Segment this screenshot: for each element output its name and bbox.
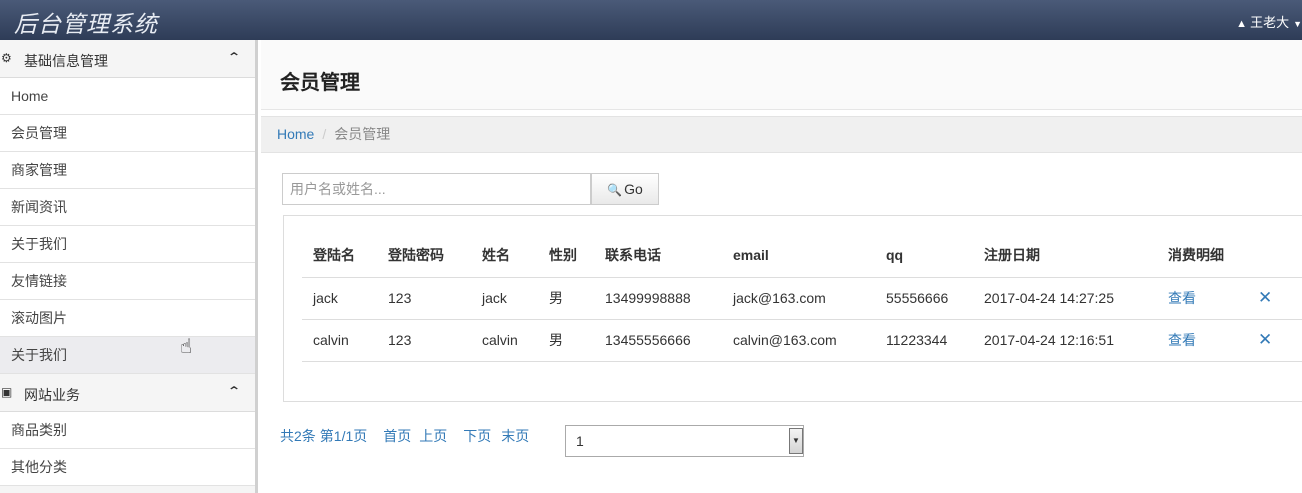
page-select-value: 1	[576, 433, 584, 449]
sidebar-section-basic[interactable]: ⚙ 基础信息管理 ⌃	[0, 40, 255, 78]
go-button[interactable]: 🔍 Go	[591, 173, 659, 205]
table-row: calvin 123 calvin 男 13455556666 calvin@1…	[302, 319, 1302, 362]
col-header-phone: 联系电话	[594, 233, 722, 278]
briefcase-icon: ▣	[1, 385, 13, 399]
pagination: 共2条 第1/1页 首页 上页 下页 末页	[280, 426, 537, 446]
sidebar-item-slides[interactable]: 滚动图片	[0, 300, 255, 337]
sidebar-item-links[interactable]: 友情链接	[0, 263, 255, 300]
cell-date: 2017-04-24 12:16:51	[973, 319, 1157, 362]
cell-detail: 查看	[1157, 277, 1247, 320]
pager-last[interactable]: 末页	[501, 428, 529, 444]
col-header-password: 登陆密码	[377, 233, 471, 278]
search-form: 🔍Go	[282, 173, 659, 205]
delete-icon[interactable]: ✕	[1258, 288, 1272, 307]
section-title: 基础信息管理	[24, 53, 108, 69]
cell-name: jack	[471, 277, 538, 320]
sidebar-item-merchants[interactable]: 商家管理	[0, 152, 255, 189]
sidebar-item-home[interactable]: Home	[0, 78, 255, 115]
col-header-name: 姓名	[471, 233, 538, 278]
pager-prev[interactable]: 上页	[419, 428, 447, 444]
app-brand[interactable]: 后台管理系统	[14, 5, 158, 39]
table-header-row: 登陆名 登陆密码 姓名 性别 联系电话 email qq 注册日期 消费明细	[302, 233, 1302, 278]
sidebar-item-about[interactable]: 关于我们	[0, 226, 255, 263]
cell-gender: 男	[538, 319, 594, 362]
chevron-up-icon[interactable]: ⌃	[227, 384, 241, 398]
main-content: 会员管理 Home / 会员管理 🔍Go 登陆名 登陆密码 姓名 性别 联系电话 e…	[261, 40, 1302, 493]
cell-action: ✕	[1247, 319, 1302, 362]
breadcrumb-current: 会员管理	[334, 126, 391, 142]
cell-password: 123	[377, 319, 471, 362]
cell-email: calvin@163.com	[722, 319, 875, 362]
breadcrumb-separator: /	[322, 126, 327, 142]
members-table: 登陆名 登陆密码 姓名 性别 联系电话 email qq 注册日期 消费明细 j…	[302, 233, 1302, 362]
pager-page-info: 第1/1页	[319, 428, 368, 444]
caret-down-icon: ▼	[1293, 19, 1302, 29]
page-select[interactable]: 1 ▼	[565, 425, 804, 457]
sidebar-item-about-2[interactable]: 关于我们	[0, 337, 255, 374]
section-title: 网站业务	[24, 387, 80, 403]
cell-phone: 13455556666	[594, 319, 722, 362]
col-header-gender: 性别	[538, 233, 594, 278]
sidebar-item-members[interactable]: 会员管理	[0, 115, 255, 152]
search-icon: 🔍	[607, 183, 623, 197]
user-name: 王老大	[1250, 15, 1290, 30]
table-panel: 登陆名 登陆密码 姓名 性别 联系电话 email qq 注册日期 消费明细 j…	[283, 215, 1302, 402]
sidebar-item-categories[interactable]: 商品类别	[0, 412, 255, 449]
col-header-login: 登陆名	[302, 233, 377, 278]
sidebar-item-news[interactable]: 新闻资讯	[0, 189, 255, 226]
cell-email: jack@163.com	[722, 277, 875, 320]
breadcrumb-home[interactable]: Home	[277, 126, 314, 142]
breadcrumb: Home / 会员管理	[261, 116, 1302, 153]
pager-total: 共2条	[280, 428, 316, 444]
chevron-up-icon[interactable]: ⌃	[227, 50, 241, 64]
view-detail-link[interactable]: 查看	[1168, 332, 1196, 348]
cell-name: calvin	[471, 319, 538, 362]
top-navbar: 后台管理系统 ▲ 王老大 ▼	[0, 0, 1302, 40]
col-header-detail: 消费明细	[1157, 233, 1247, 278]
cell-detail: 查看	[1157, 319, 1247, 362]
pager-first[interactable]: 首页	[383, 428, 411, 444]
sidebar: ⚙ 基础信息管理 ⌃ Home 会员管理 商家管理 新闻资讯 关于我们 友情链接…	[0, 40, 258, 493]
user-menu[interactable]: ▲ 王老大 ▼	[1236, 12, 1302, 31]
col-header-qq: qq	[875, 233, 973, 278]
dropdown-arrow-icon[interactable]: ▼	[789, 428, 803, 454]
go-button-label: Go	[624, 181, 643, 197]
pager-next[interactable]: 下页	[463, 428, 491, 444]
delete-icon[interactable]: ✕	[1258, 330, 1272, 349]
user-icon: ▲	[1236, 18, 1248, 30]
cell-date: 2017-04-24 14:27:25	[973, 277, 1157, 320]
sidebar-item-other[interactable]: 其他分类	[0, 449, 255, 486]
cell-qq: 11223344	[875, 319, 973, 362]
page-title: 会员管理	[280, 72, 360, 94]
sidebar-section-business[interactable]: ▣ 网站业务 ⌃	[0, 374, 255, 412]
cell-login: jack	[302, 277, 377, 320]
col-header-email: email	[722, 233, 875, 278]
cell-phone: 13499998888	[594, 277, 722, 320]
cell-action: ✕	[1247, 277, 1302, 320]
cell-qq: 55556666	[875, 277, 973, 320]
cell-login: calvin	[302, 319, 377, 362]
dashboard-icon: ⚙	[1, 51, 12, 65]
table-row: jack 123 jack 男 13499998888 jack@163.com…	[302, 277, 1302, 320]
col-header-action	[1247, 233, 1302, 278]
view-detail-link[interactable]: 查看	[1168, 290, 1196, 306]
search-input[interactable]	[282, 173, 591, 205]
hand-cursor-icon: ☝	[180, 336, 193, 358]
cell-password: 123	[377, 277, 471, 320]
col-header-date: 注册日期	[973, 233, 1157, 278]
cell-gender: 男	[538, 277, 594, 320]
page-header: 会员管理	[261, 40, 1302, 110]
